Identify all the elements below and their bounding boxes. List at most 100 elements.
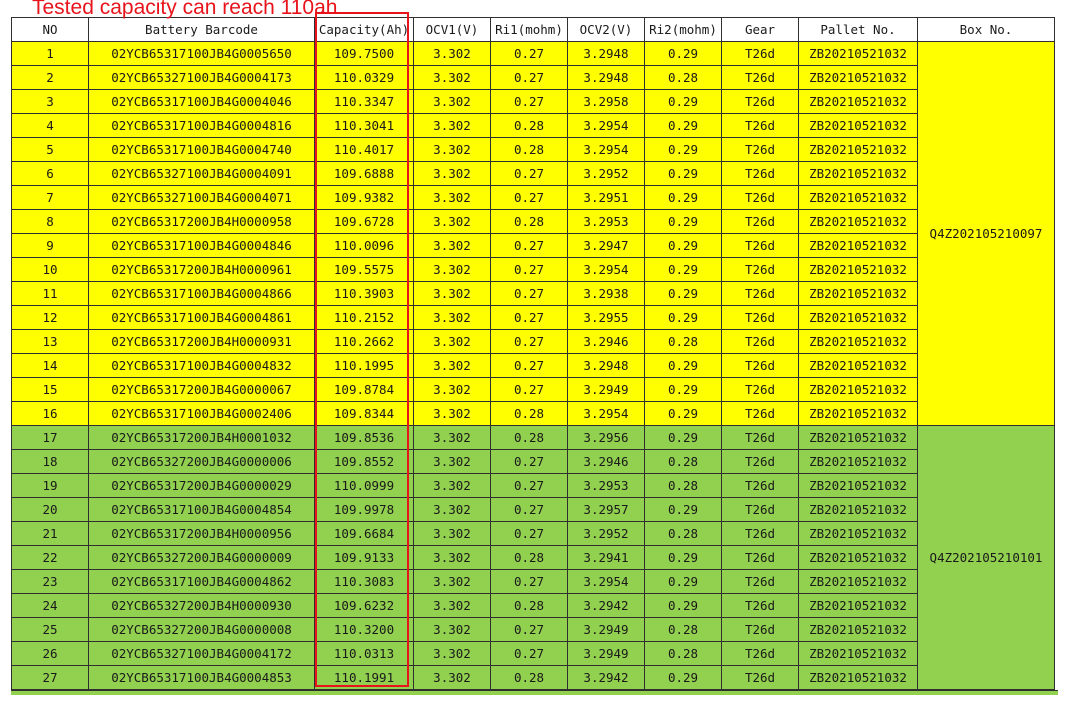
cell-gear[interactable]: T26d [721,65,799,90]
cell-no[interactable]: 19 [11,473,89,498]
cell-ri2[interactable]: 0.29 [644,353,722,378]
cell-barcode[interactable]: 02YCB65327100JB4G0004172 [88,641,315,666]
cell-pallet[interactable]: ZB20210521032 [798,41,918,66]
cell-ocv2[interactable]: 3.2946 [567,329,645,354]
cell-ocv1[interactable]: 3.302 [413,497,491,522]
cell-gear[interactable]: T26d [721,569,799,594]
cell-ocv2[interactable]: 3.2954 [567,401,645,426]
cell-pallet[interactable]: ZB20210521032 [798,569,918,594]
cell-barcode[interactable]: 02YCB65317200JB4H0000931 [88,329,315,354]
header-barcode[interactable]: Battery Barcode [88,17,315,42]
cell-no[interactable]: 3 [11,89,89,114]
cell-pallet[interactable]: ZB20210521032 [798,593,918,618]
cell-barcode[interactable]: 02YCB65317100JB4G0004853 [88,665,315,690]
cell-gear[interactable]: T26d [721,641,799,666]
cell-ri1[interactable]: 0.27 [490,521,568,546]
header-gear[interactable]: Gear [721,17,799,42]
cell-no[interactable]: 27 [11,665,89,690]
cell-no[interactable]: 21 [11,521,89,546]
cell-pallet[interactable]: ZB20210521032 [798,161,918,186]
cell-pallet[interactable]: ZB20210521032 [798,209,918,234]
cell-ocv2[interactable]: 3.2954 [567,113,645,138]
cell-pallet[interactable]: ZB20210521032 [798,401,918,426]
cell-ri2[interactable]: 0.28 [644,521,722,546]
cell-barcode[interactable]: 02YCB65317100JB4G0005650 [88,41,315,66]
cell-pallet[interactable]: ZB20210521032 [798,185,918,210]
cell-barcode[interactable]: 02YCB65317200JB4G0000067 [88,377,315,402]
cell-gear[interactable]: T26d [721,665,799,690]
cell-pallet[interactable]: ZB20210521032 [798,425,918,450]
cell-ocv2[interactable]: 3.2952 [567,521,645,546]
cell-gear[interactable]: T26d [721,257,799,282]
cell-ri1[interactable]: 0.28 [490,209,568,234]
cell-ri1[interactable]: 0.27 [490,65,568,90]
cell-gear[interactable]: T26d [721,113,799,138]
cell-barcode[interactable]: 02YCB65327100JB4G0004091 [88,161,315,186]
cell-box-no[interactable]: Q4Z202105210101 [917,425,1055,690]
cell-ri1[interactable]: 0.28 [490,593,568,618]
cell-ocv2[interactable]: 3.2958 [567,89,645,114]
cell-barcode[interactable]: 02YCB65327200JB4G0000006 [88,449,315,474]
cell-gear[interactable]: T26d [721,89,799,114]
cell-gear[interactable]: T26d [721,617,799,642]
cell-ri1[interactable]: 0.28 [490,113,568,138]
cell-ri2[interactable]: 0.29 [644,425,722,450]
cell-gear[interactable]: T26d [721,521,799,546]
cell-barcode[interactable]: 02YCB65317100JB4G0002406 [88,401,315,426]
cell-ri2[interactable]: 0.29 [644,401,722,426]
cell-ri2[interactable]: 0.29 [644,593,722,618]
cell-ocv1[interactable]: 3.302 [413,281,491,306]
cell-ri2[interactable]: 0.28 [644,617,722,642]
cell-ocv2[interactable]: 3.2948 [567,353,645,378]
cell-barcode[interactable]: 02YCB65317100JB4G0004861 [88,305,315,330]
cell-ri1[interactable]: 0.27 [490,233,568,258]
cell-ocv1[interactable]: 3.302 [413,449,491,474]
cell-gear[interactable]: T26d [721,161,799,186]
cell-gear[interactable]: T26d [721,185,799,210]
cell-ocv2[interactable]: 3.2949 [567,617,645,642]
cell-gear[interactable]: T26d [721,281,799,306]
cell-box-no[interactable]: Q4Z202105210097 [917,41,1055,426]
cell-ri1[interactable]: 0.27 [490,377,568,402]
cell-ri2[interactable]: 0.29 [644,89,722,114]
cell-ocv1[interactable]: 3.302 [413,161,491,186]
cell-no[interactable]: 11 [11,281,89,306]
cell-no[interactable]: 13 [11,329,89,354]
cell-ocv1[interactable]: 3.302 [413,641,491,666]
cell-ocv1[interactable]: 3.302 [413,617,491,642]
cell-barcode[interactable]: 02YCB65327100JB4G0004071 [88,185,315,210]
cell-gear[interactable]: T26d [721,377,799,402]
cell-ri2[interactable]: 0.29 [644,137,722,162]
cell-ocv2[interactable]: 3.2954 [567,569,645,594]
cell-ri1[interactable]: 0.27 [490,281,568,306]
cell-ocv2[interactable]: 3.2938 [567,281,645,306]
cell-ri1[interactable]: 0.28 [490,425,568,450]
cell-ri1[interactable]: 0.27 [490,89,568,114]
cell-gear[interactable]: T26d [721,473,799,498]
cell-ocv1[interactable]: 3.302 [413,137,491,162]
cell-no[interactable]: 6 [11,161,89,186]
cell-ri2[interactable]: 0.29 [644,209,722,234]
cell-ri2[interactable]: 0.29 [644,185,722,210]
cell-gear[interactable]: T26d [721,329,799,354]
cell-ocv1[interactable]: 3.302 [413,89,491,114]
cell-no[interactable]: 26 [11,641,89,666]
cell-no[interactable]: 15 [11,377,89,402]
cell-ocv2[interactable]: 3.2957 [567,497,645,522]
cell-pallet[interactable]: ZB20210521032 [798,89,918,114]
cell-ocv1[interactable]: 3.302 [413,401,491,426]
header-ri1[interactable]: Ri1(mohm) [490,17,568,42]
header-ri2[interactable]: Ri2(mohm) [644,17,722,42]
cell-no[interactable]: 22 [11,545,89,570]
cell-pallet[interactable]: ZB20210521032 [798,641,918,666]
cell-barcode[interactable]: 02YCB65317200JB4H0000961 [88,257,315,282]
cell-ocv2[interactable]: 3.2952 [567,161,645,186]
cell-ocv1[interactable]: 3.302 [413,185,491,210]
cell-pallet[interactable]: ZB20210521032 [798,665,918,690]
cell-ri1[interactable]: 0.27 [490,329,568,354]
cell-ri2[interactable]: 0.28 [644,641,722,666]
cell-ri2[interactable]: 0.29 [644,161,722,186]
cell-ri1[interactable]: 0.28 [490,665,568,690]
cell-no[interactable]: 20 [11,497,89,522]
cell-ocv2[interactable]: 3.2953 [567,473,645,498]
